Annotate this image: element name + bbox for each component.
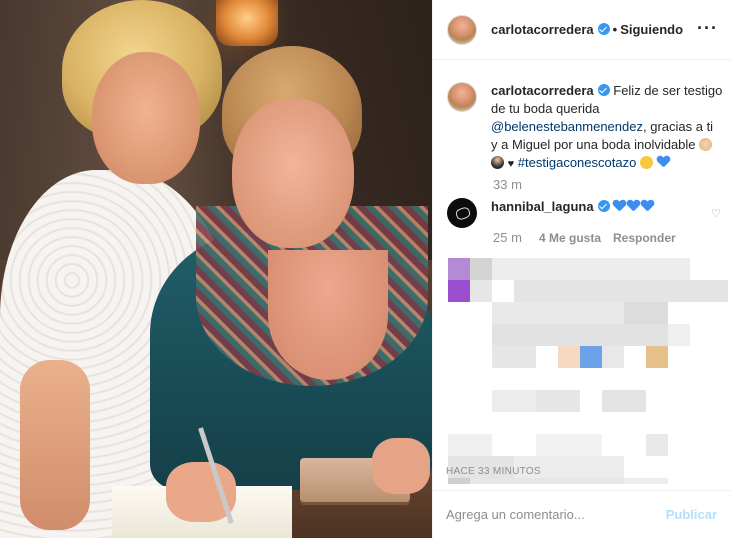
photo-guest-chest: [268, 250, 388, 380]
comment-avatar[interactable]: [447, 198, 477, 228]
post-timestamp: HACE 33 MINUTOS: [446, 466, 541, 477]
groom-emoji-icon: [491, 156, 504, 169]
comment-likes-count[interactable]: 4 Me gusta: [539, 231, 601, 245]
caption-username[interactable]: carlotacorredera: [491, 83, 594, 98]
comment-likes[interactable]: 4 Me gusta: [539, 231, 601, 245]
blur-tile: [448, 280, 470, 302]
verified-badge-icon: [597, 23, 610, 35]
comment-username[interactable]: hannibal_laguna: [491, 199, 594, 214]
blur-tile: [492, 258, 690, 280]
blur-tile: [668, 324, 690, 346]
bride-emoji-icon: [699, 138, 713, 151]
blur-tile: [646, 346, 668, 368]
comment-text: hannibal_laguna: [491, 198, 655, 228]
caption-time: 33 m: [493, 177, 522, 192]
comment-like-heart-icon[interactable]: ♡: [711, 207, 721, 220]
blur-tile: [470, 478, 624, 484]
instagram-post: carlotacorredera • Siguiendo ··· carlotaco…: [0, 0, 731, 538]
caption-verified-icon: [597, 84, 610, 96]
blur-tile: [558, 346, 580, 368]
caption-hashtag-link[interactable]: #testigaconescotazo: [518, 155, 637, 170]
blur-tile: [492, 346, 536, 368]
blur-tile: [470, 280, 492, 302]
heart-emoji-icon: ♥: [507, 158, 515, 170]
post-photo[interactable]: [0, 0, 432, 538]
blur-tile: [448, 434, 492, 456]
blur-tile: [492, 390, 536, 412]
photo-bride-face: [92, 52, 200, 184]
caption-text: carlotacorredera Feliz de ser testigo de…: [491, 82, 723, 173]
comment-item: hannibal_laguna: [447, 198, 727, 228]
header-username[interactable]: carlotacorredera: [491, 22, 594, 37]
blur-tile: [580, 346, 602, 368]
post-header: carlotacorredera • Siguiendo ···: [433, 0, 731, 60]
comment-verified-icon: [597, 200, 610, 212]
comment-blue-heart-icon: [641, 200, 654, 212]
post-caption: carlotacorredera Feliz de ser testigo de…: [447, 82, 727, 173]
photo-lamp: [216, 0, 278, 46]
comment-form: Publicar: [432, 490, 731, 538]
author-avatar[interactable]: [447, 14, 477, 45]
photo-bride-arm: [20, 360, 90, 530]
blur-tile: [470, 258, 492, 280]
comment-blue-heart-icon: [613, 200, 626, 212]
more-horizontal-icon[interactable]: ···: [697, 18, 718, 39]
comment-time: 25 m: [493, 230, 522, 245]
separator-dot: •: [612, 22, 618, 37]
comment-reply-label[interactable]: Responder: [613, 231, 676, 245]
blur-tile: [602, 390, 646, 412]
blur-tile: [492, 302, 624, 324]
blur-tile: [448, 478, 470, 484]
blur-tile: [448, 258, 470, 280]
blur-tile: [624, 302, 668, 324]
follow-status-button[interactable]: Siguiendo: [620, 22, 683, 37]
blur-tile: [514, 280, 728, 302]
comment-blue-heart-icon: [627, 200, 640, 212]
photo-hand-right: [372, 438, 430, 494]
publish-button[interactable]: Publicar: [666, 507, 717, 522]
blur-tile: [624, 478, 668, 484]
caption-avatar[interactable]: [447, 82, 477, 112]
comment-reply-button[interactable]: Responder: [613, 231, 676, 245]
caption-mention-link[interactable]: @belenestebanmenendez: [491, 119, 643, 134]
blur-tile: [646, 434, 668, 456]
blur-tile: [492, 324, 668, 346]
blur-tile: [536, 434, 602, 456]
blurred-comments-area: [438, 256, 728, 484]
comment-input[interactable]: [446, 507, 666, 522]
header-username-row: carlotacorredera • Siguiendo: [491, 22, 683, 37]
wink-emoji-icon: [639, 156, 653, 169]
blur-tile: [536, 390, 580, 412]
blur-tile: [602, 346, 624, 368]
blue-heart-emoji-icon: [657, 156, 670, 168]
photo-guest-face: [232, 98, 354, 248]
